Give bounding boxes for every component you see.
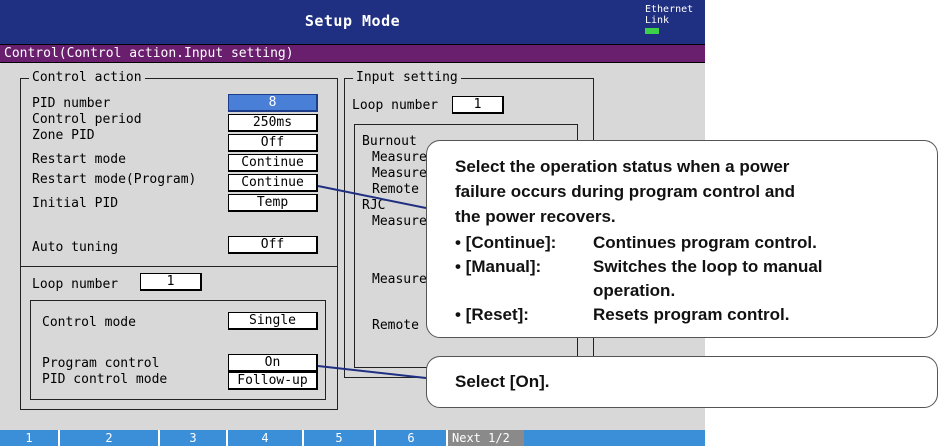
softkey-bar: 1 2 3 4 5 6 Next 1/2 bbox=[0, 430, 705, 446]
input-setting-title: Input setting bbox=[353, 70, 461, 86]
initial-pid-field[interactable]: Temp bbox=[228, 194, 318, 212]
pid-control-mode-field[interactable]: Follow-up bbox=[228, 372, 318, 390]
title-bar: Setup Mode Ethernet Link bbox=[0, 0, 705, 45]
program-note-text: Select [On]. bbox=[455, 372, 550, 391]
link-label: Link bbox=[645, 15, 670, 26]
softkey-2[interactable]: 2 bbox=[60, 430, 160, 446]
restart-mode-program-label: Restart mode(Program) bbox=[32, 172, 197, 187]
reset-desc: Resets program control. bbox=[593, 305, 790, 324]
manual-desc-2: operation. bbox=[593, 281, 676, 300]
auto-tuning-field[interactable]: Off bbox=[228, 236, 318, 254]
program-control-callout: Select [On]. bbox=[426, 356, 938, 408]
burnout-label: Burnout bbox=[362, 134, 417, 149]
input-loop-number-field[interactable]: 1 bbox=[452, 96, 504, 114]
callout-text-line-3: the power recovers. bbox=[455, 207, 616, 226]
restart-mode-label: Restart mode bbox=[32, 152, 126, 167]
rjc-measure-label-2: Measure bbox=[372, 272, 427, 287]
manual-key: • [Manual]: bbox=[455, 257, 542, 276]
link-led-icon bbox=[645, 28, 659, 34]
reset-key: • [Reset]: bbox=[455, 305, 529, 324]
softkey-5[interactable]: 5 bbox=[304, 430, 376, 446]
continue-key: • [Continue]: bbox=[455, 233, 557, 252]
control-period-label: Control period bbox=[32, 112, 142, 127]
softkey-6[interactable]: 6 bbox=[376, 430, 448, 446]
program-control-field[interactable]: On bbox=[228, 354, 318, 372]
pid-number-label: PID number bbox=[32, 96, 111, 111]
callout-text-line-2: failure occurs during program control an… bbox=[455, 182, 796, 201]
restart-mode-callout: Select the operation status when a power… bbox=[426, 140, 938, 338]
zone-pid-field[interactable]: Off bbox=[228, 134, 318, 152]
softkey-1[interactable]: 1 bbox=[0, 430, 60, 446]
rjc-label: RJC bbox=[362, 198, 386, 213]
ethernet-status: Ethernet Link bbox=[645, 4, 697, 34]
zone-pid-label: Zone PID bbox=[32, 128, 95, 143]
control-mode-field[interactable]: Single bbox=[228, 312, 318, 330]
input-loop-number-label: Loop number bbox=[352, 98, 439, 113]
restart-mode-field[interactable]: Continue bbox=[228, 154, 318, 172]
ethernet-label: Ethernet bbox=[645, 4, 694, 15]
callout-text-line-1: Select the operation status when a power bbox=[455, 157, 790, 176]
control-mode-label: Control mode bbox=[42, 315, 136, 330]
control-action-title: Control action bbox=[29, 70, 145, 86]
breadcrumb: Control(Control action.Input setting) bbox=[0, 45, 705, 63]
pid-number-field[interactable]: 8 bbox=[228, 94, 318, 112]
loop-number-field[interactable]: 1 bbox=[140, 273, 202, 291]
manual-desc: Switches the loop to manual bbox=[593, 257, 823, 276]
rjc-remote-label: Remote bbox=[372, 318, 419, 333]
loop-number-label: Loop number bbox=[32, 277, 119, 292]
continue-desc: Continues program control. bbox=[593, 233, 817, 252]
burnout-measure-label-1: Measure bbox=[372, 150, 427, 165]
pid-control-mode-label: PID control mode bbox=[42, 372, 168, 387]
softkey-3[interactable]: 3 bbox=[160, 430, 228, 446]
restart-mode-program-field[interactable]: Continue bbox=[228, 174, 318, 192]
program-control-label: Program control bbox=[42, 356, 160, 371]
control-period-field[interactable]: 250ms bbox=[228, 114, 318, 132]
softkey-next[interactable]: Next 1/2 bbox=[448, 430, 524, 446]
softkey-4[interactable]: 4 bbox=[228, 430, 304, 446]
burnout-measure-label-2: Measure bbox=[372, 166, 427, 181]
page-title: Setup Mode bbox=[304, 12, 401, 30]
auto-tuning-label: Auto tuning bbox=[32, 240, 119, 255]
rjc-measure-label-1: Measure bbox=[372, 214, 427, 229]
burnout-remote-label: Remote bbox=[372, 182, 419, 197]
initial-pid-label: Initial PID bbox=[32, 196, 119, 211]
